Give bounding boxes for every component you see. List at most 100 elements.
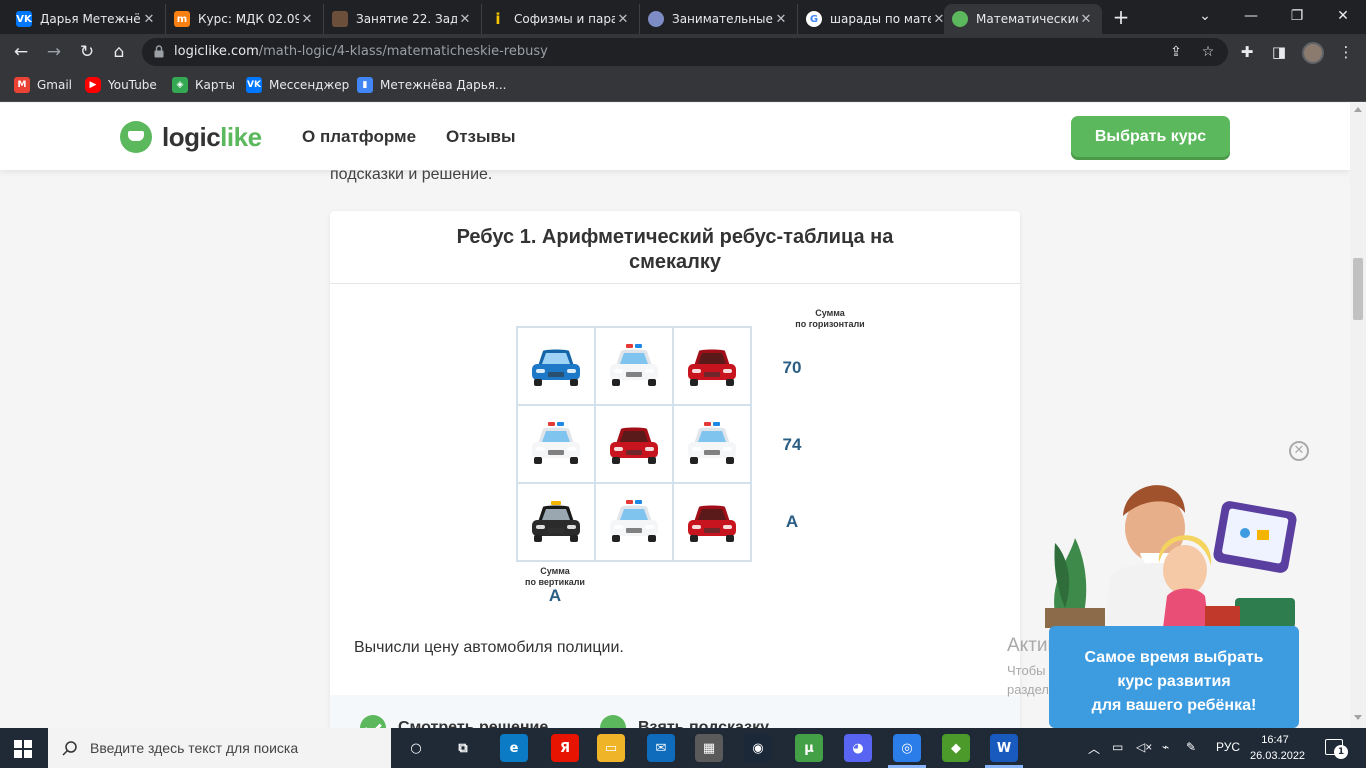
tray-chevron-icon[interactable]: ︿ <box>1088 740 1100 757</box>
close-window-button[interactable]: ✕ <box>1320 0 1366 34</box>
scroll-thumb[interactable] <box>1353 258 1363 320</box>
tab-zanimatelnye[interactable]: Занимательные ✕ <box>640 4 798 34</box>
choose-course-button[interactable]: Выбрать курс <box>1071 116 1230 157</box>
clock[interactable]: 16:47 26.03.2022 <box>1250 732 1305 764</box>
tab-google[interactable]: G шарады по мате ✕ <box>798 4 956 34</box>
home-button[interactable]: ⌂ <box>107 40 131 64</box>
menu-icon[interactable]: ⋮ <box>1336 42 1356 62</box>
forward-button[interactable]: → <box>42 40 66 64</box>
nav-about[interactable]: О платформе <box>302 127 416 147</box>
bookmark-youtube[interactable]: ▶ YouTube <box>85 77 157 93</box>
tab-title: Занимательные <box>672 12 773 26</box>
close-icon[interactable]: ✕ <box>299 12 315 27</box>
tab-search-chevron-icon[interactable]: ⌄ <box>1182 0 1228 34</box>
close-icon[interactable]: ✕ <box>457 12 473 27</box>
word-icon[interactable]: W <box>990 734 1018 762</box>
row-sum-3: A <box>785 512 799 531</box>
yandex-icon[interactable]: Я <box>551 734 579 762</box>
close-icon[interactable]: ✕ <box>615 12 631 27</box>
close-icon[interactable]: ✕ <box>773 12 789 27</box>
police-car-icon <box>532 422 580 464</box>
bookmark-messenger[interactable]: VK Мессенджер <box>246 77 349 93</box>
side-panel-icon[interactable]: ◨ <box>1269 42 1289 62</box>
rebus-grid <box>516 326 752 562</box>
taskbar-search[interactable]: Введите здесь текст для поиска <box>48 728 391 768</box>
horizontal-sum-label: Сумма по горизонтали <box>795 308 865 329</box>
volume-icon[interactable]: ◁× <box>1136 740 1152 754</box>
scroll-up-icon[interactable] <box>1354 107 1362 112</box>
maximize-button[interactable]: ❐ <box>1274 0 1320 34</box>
back-button[interactable]: ← <box>9 40 33 64</box>
share-icon[interactable]: ⇪ <box>1166 42 1186 62</box>
info-icon: i <box>495 10 501 28</box>
bookmarks-bar: M Gmail ▶ YouTube ◈ Карты VK Мессенджер … <box>0 70 1366 102</box>
promo-illustration <box>1045 485 1297 628</box>
logiclike-logo[interactable]: logiclike <box>120 121 262 153</box>
address-bar[interactable]: logiclike.com/math-logic/4-klass/matemat… <box>142 38 1228 66</box>
grid-cell <box>673 327 751 405</box>
show-solution-button[interactable]: Смотреть решение <box>360 715 548 728</box>
minimize-button[interactable]: — <box>1228 0 1274 34</box>
language-indicator[interactable]: РУС <box>1216 740 1240 754</box>
rebus-question: Вычисли цену автомобиля полиции. <box>354 639 624 656</box>
tab-vk[interactable]: VK Дарья Метежнёва ✕ <box>8 4 166 34</box>
grid-cell <box>595 327 673 405</box>
bookmark-maps[interactable]: ◈ Карты <box>172 77 235 93</box>
utorrent-icon[interactable]: µ <box>795 734 823 762</box>
hint-icon <box>600 715 626 728</box>
tab-zanyatie[interactable]: Занятие 22. Зада ✕ <box>324 4 482 34</box>
card-footer: Смотреть решение Взять подсказку <box>330 695 1020 728</box>
graduation-cap-icon <box>120 121 152 153</box>
tab-logiclike[interactable]: Математические ✕ <box>944 4 1102 34</box>
chrome-icon[interactable]: ◎ <box>893 734 921 762</box>
rebus-card: Ребус 1. Арифметический ребус-таблица на… <box>330 211 1020 728</box>
pen-icon[interactable]: ✎ <box>1186 740 1196 754</box>
store-icon[interactable]: ▦ <box>695 734 723 762</box>
steam-icon[interactable]: ◉ <box>744 734 772 762</box>
grid-cell <box>595 483 673 561</box>
close-icon[interactable]: ✕ <box>1078 12 1094 27</box>
profile-avatar[interactable] <box>1302 42 1324 64</box>
cortana-icon[interactable]: ○ <box>402 734 430 762</box>
divider <box>330 283 1020 284</box>
row-sum-1: 70 <box>782 358 802 377</box>
google-icon: G <box>806 11 822 27</box>
scroll-down-icon[interactable] <box>1354 715 1362 720</box>
column-sum: A <box>548 586 562 605</box>
grid-cell <box>517 327 595 405</box>
edge-icon[interactable]: e <box>500 734 528 762</box>
red-car-icon <box>610 427 658 464</box>
grid-cell <box>517 483 595 561</box>
tab-title: Софизмы и пара <box>514 12 615 26</box>
url-text: logiclike.com/math-logic/4-klass/matemat… <box>174 44 548 59</box>
new-tab-button[interactable]: + <box>1110 6 1132 28</box>
logiclike-icon <box>952 11 968 27</box>
network-icon[interactable]: ⌁ <box>1162 740 1169 754</box>
promo-banner[interactable]: Самое время выбрать курс развития для ва… <box>1049 626 1299 728</box>
tab-moodle[interactable]: m Курс: МДК 02.09 ✕ <box>166 4 324 34</box>
blue-car-icon <box>532 349 580 386</box>
extensions-icon[interactable]: ✚ <box>1237 42 1257 62</box>
explorer-icon[interactable]: ▭ <box>597 734 625 762</box>
minecraft-icon[interactable]: ◆ <box>942 734 970 762</box>
reload-button[interactable]: ↻ <box>75 40 99 64</box>
nav-reviews[interactable]: Отзывы <box>446 127 516 147</box>
taxi-car-icon <box>532 501 580 542</box>
discord-icon[interactable]: ◕ <box>844 734 872 762</box>
close-icon[interactable]: ✕ <box>141 12 157 27</box>
bookmark-metezhneva[interactable]: ▮ Метежнёва Дарья... <box>357 77 506 93</box>
task-view-icon[interactable]: ⧉ <box>449 734 477 762</box>
windows-start-icon[interactable] <box>14 740 32 758</box>
lock-icon[interactable] <box>154 45 164 58</box>
site-header: logiclike О платформе Отзывы Выбрать кур… <box>0 103 1350 170</box>
page-scrollbar[interactable] <box>1350 103 1366 728</box>
battery-icon[interactable]: ▭ <box>1112 740 1123 754</box>
tab-title: шарады по мате <box>830 12 931 26</box>
take-hint-button[interactable]: Взять подсказку <box>600 715 769 728</box>
bookmark-gmail[interactable]: M Gmail <box>14 77 72 93</box>
mail-icon[interactable]: ✉ <box>647 734 675 762</box>
star-icon[interactable]: ☆ <box>1198 42 1218 62</box>
tab-sofizmy[interactable]: i Софизмы и пара ✕ <box>482 4 640 34</box>
grid-cell <box>673 405 751 483</box>
notifications-icon[interactable]: 1 <box>1325 739 1348 759</box>
